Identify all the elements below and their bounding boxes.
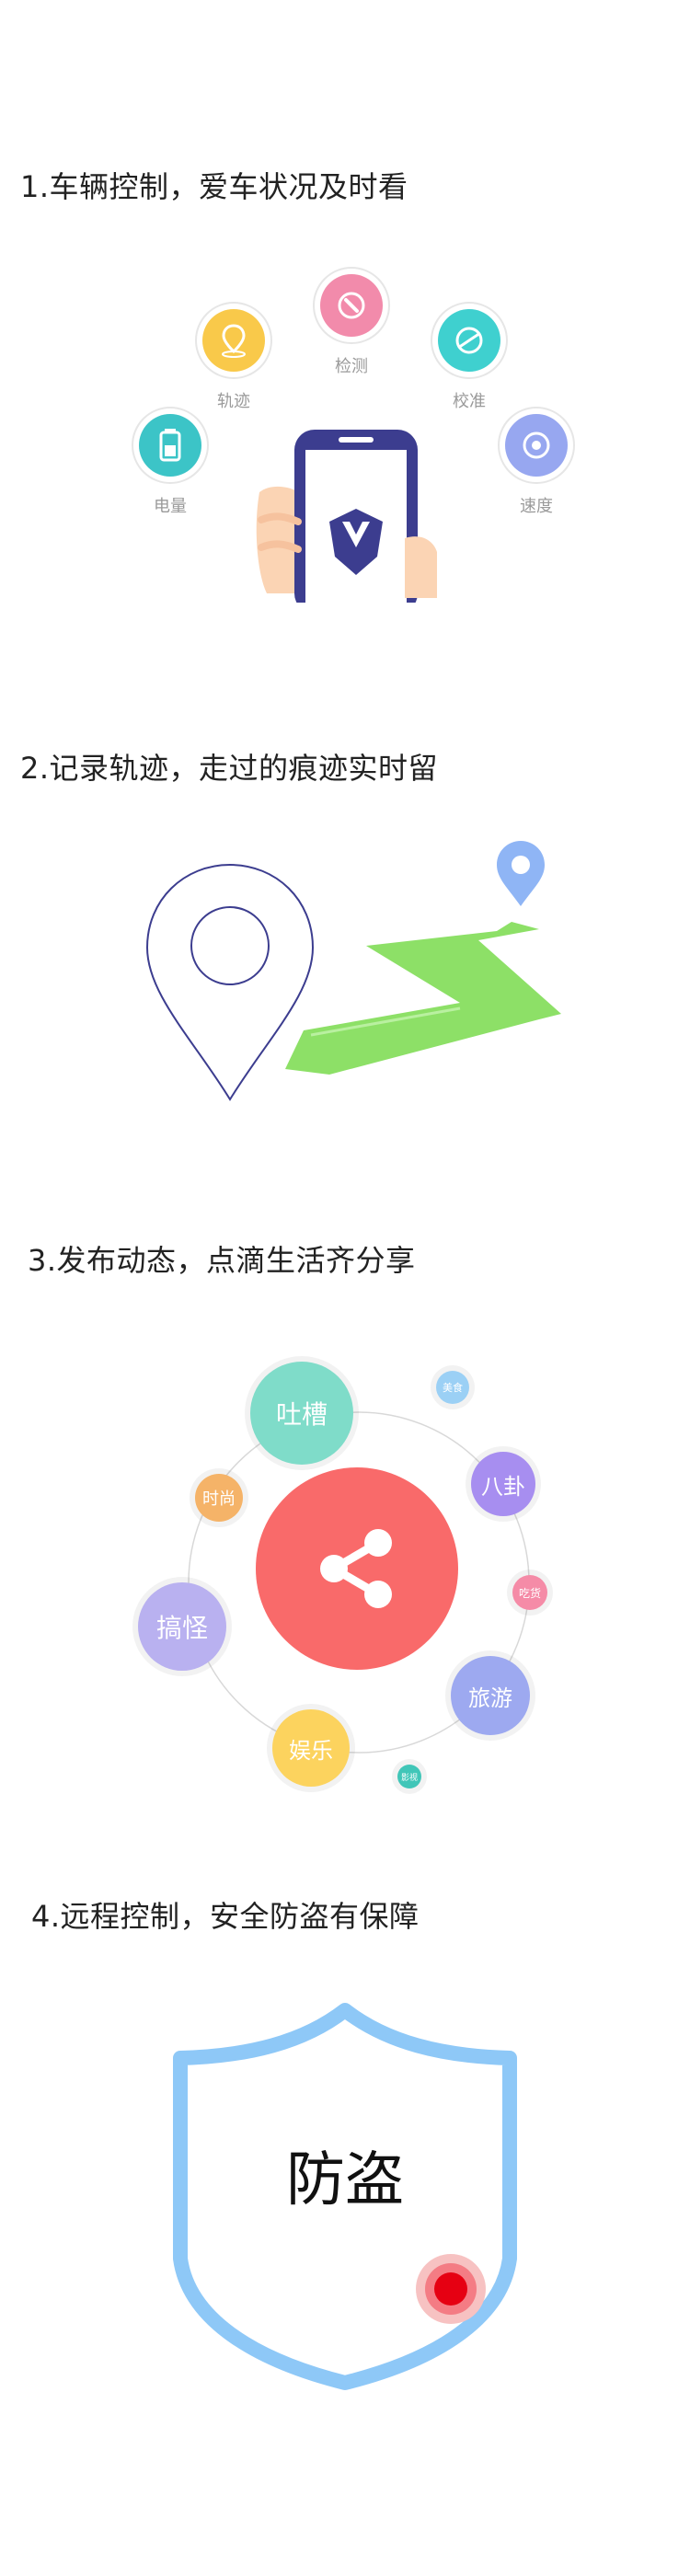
section-title-remote-antitheft: 4.远程控制，安全防盗有保障: [31, 1899, 420, 1934]
feature-intro-page: 1.车辆控制，爱车状况及时看 电量 轨迹 检测 校准 速度 2.记录轨迹，走过的…: [0, 0, 690, 2576]
map-pin-icon: [222, 324, 246, 358]
feature-speed: 速度: [498, 407, 575, 517]
tag-yingshi[interactable]: 影视: [397, 1765, 421, 1788]
tag-bagua[interactable]: 八卦: [471, 1452, 535, 1516]
tag-yule[interactable]: 娱乐: [272, 1709, 350, 1787]
feature-battery-label: 电量: [154, 497, 187, 516]
tag-meishi[interactable]: 美食: [436, 1371, 469, 1404]
feature-track: 轨迹: [195, 302, 272, 412]
tag-lvyou[interactable]: 旅游: [451, 1656, 530, 1735]
tag-shishang[interactable]: 时尚: [195, 1474, 243, 1522]
antitheft-label: 防盗: [286, 2146, 404, 2214]
share-icon: [320, 1529, 392, 1608]
share-button[interactable]: [256, 1467, 458, 1670]
compass-icon: [455, 327, 483, 354]
section-title-share-moments: 3.发布动态，点滴生活齐分享: [28, 1243, 416, 1278]
feature-speed-label: 速度: [520, 497, 553, 516]
phone-illustration: [256, 430, 437, 603]
tag-tucao[interactable]: 吐槽: [250, 1362, 353, 1465]
wrench-icon: [338, 292, 365, 319]
feature-detect-label: 检测: [335, 357, 368, 376]
feature-detect: 检测: [313, 267, 390, 377]
gauge-icon: [523, 431, 550, 459]
tag-gaoguai[interactable]: 搞怪: [138, 1582, 226, 1671]
section-title-track-record: 2.记录轨迹，走过的痕迹实时留: [20, 751, 439, 786]
feature-calibrate: 校准: [431, 302, 508, 412]
track-map-illustration: [145, 841, 561, 1101]
feature-calibrate-label: 校准: [453, 392, 486, 411]
section-title-vehicle-control: 1.车辆控制，爱车状况及时看: [20, 169, 408, 204]
battery-icon: [159, 429, 181, 462]
feature-track-label: 轨迹: [217, 392, 250, 411]
route-path: [285, 922, 561, 1075]
feature-battery: 电量: [132, 407, 209, 517]
alarm-dot: [434, 2272, 467, 2306]
tag-chihuo[interactable]: 吃货: [512, 1575, 547, 1610]
